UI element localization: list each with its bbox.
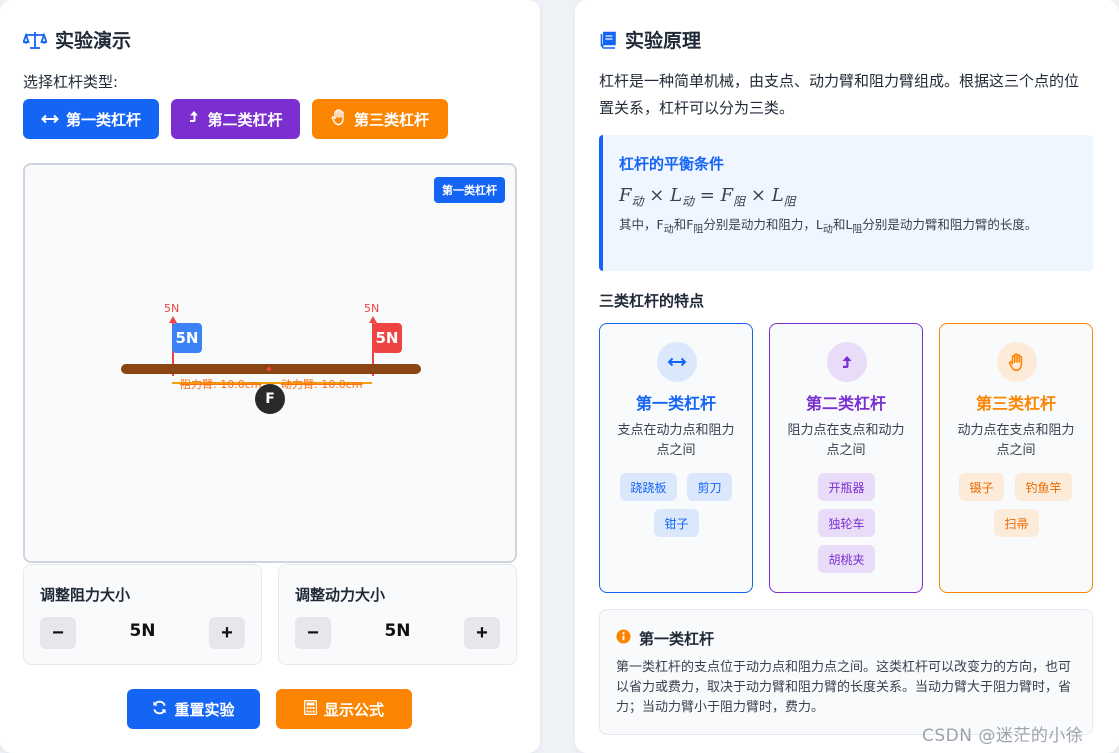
watermark: CSDN @迷茫的小徐: [922, 726, 1084, 746]
card1-example-2: 剪刀: [687, 473, 732, 501]
effort-increase-button[interactable]: +: [464, 617, 500, 649]
reset-button-label: 重置实验: [174, 700, 235, 719]
lever-stage: 第一类杠杆 5N 5N 5N 5N 阻力臂: 10.0cm 动力臂: 10.0c…: [23, 163, 517, 563]
lever-card-type2[interactable]: 第二类杠杆 阻力点在支点和动力点之间 开瓶器 独轮车 胡桃夹: [769, 323, 923, 593]
balance-condition-box: 杠杆的平衡条件 F动 × L动 = F阻 × L阻 其中，F动和F阻分别是动力和…: [599, 135, 1093, 271]
calculator-icon: [303, 699, 318, 719]
balance-formula: F动 × L动 = F阻 × L阻: [619, 185, 796, 210]
double-arrow-icon: [41, 110, 59, 128]
card3-example-3: 扫帚: [994, 509, 1039, 537]
lever-type-label: 选择杠杆类型:: [23, 73, 119, 91]
hand-icon: [331, 108, 347, 130]
info-title: 第一类杠杆: [639, 630, 715, 648]
formula-sub-effort: 动: [631, 194, 644, 209]
type1-button[interactable]: 第一类杠杆: [23, 99, 159, 139]
note-part-3: 分别是动力和阻力，L: [703, 217, 823, 232]
type3-button-label: 第三类杠杆: [353, 110, 429, 129]
show-formula-button[interactable]: 显示公式: [276, 689, 412, 729]
left-force-value: 5N: [164, 302, 180, 315]
formula-sub-resistance-arm: 阻: [783, 194, 796, 209]
effort-value: 5N: [384, 621, 411, 641]
level-up-icon: [827, 342, 867, 382]
card1-desc: 支点在动力点和阻力点之间: [617, 423, 735, 458]
adjust-effort-card: 调整动力大小 − 5N +: [278, 564, 517, 665]
type2-button[interactable]: 第二类杠杆: [171, 99, 300, 139]
card3-title: 第三类杠杆: [975, 394, 1056, 413]
note-sub-1: 动: [663, 224, 674, 236]
reset-button[interactable]: 重置实验: [127, 689, 260, 729]
type2-button-label: 第二类杠杆: [207, 110, 283, 129]
principle-heading: 实验原理: [599, 26, 701, 53]
fulcrum-point: [267, 367, 271, 371]
card2-example-2: 独轮车: [818, 509, 875, 537]
adjust-resistance-card: 调整阻力大小 − 5N +: [23, 564, 262, 665]
card1-title: 第一类杠杆: [635, 394, 716, 413]
principle-intro: 杠杆是一种简单机械，由支点、动力臂和阻力臂组成。根据这三个点的位置关系，杠杆可以…: [599, 72, 1080, 117]
formula-sub-effort-arm: 动: [682, 194, 695, 209]
effort-decrease-button[interactable]: −: [295, 617, 331, 649]
demo-heading: 实验演示: [23, 26, 131, 53]
balance-scale-icon: [23, 30, 47, 50]
fulcrum-marker: F: [255, 384, 285, 414]
card3-example-1: 镊子: [959, 473, 1004, 501]
formula-sub-resistance: 阻: [733, 194, 746, 209]
lever-beam: [121, 364, 421, 374]
card2-example-3: 胡桃夹: [818, 545, 875, 573]
card2-title: 第二类杠杆: [805, 394, 886, 413]
info-icon: [616, 629, 631, 648]
stage-type-badge: 第一类杠杆: [434, 177, 505, 203]
note-sub-4: 阻: [852, 224, 863, 236]
formula-l1: L: [670, 185, 683, 206]
resistance-value: 5N: [129, 621, 156, 641]
note-sub-2: 阻: [693, 224, 704, 236]
formula-times-2: ×: [750, 185, 766, 206]
balance-formula-note: 其中，F动和F阻分别是动力和阻力，L动和L阻分别是动力臂和阻力臂的长度。: [619, 215, 1089, 241]
lever-card-type1[interactable]: 第一类杠杆 支点在动力点和阻力点之间 跷跷板 剪刀 钳子: [599, 323, 753, 593]
type3-button[interactable]: 第三类杠杆: [312, 99, 448, 139]
formula-f2: F: [720, 185, 734, 206]
left-weight[interactable]: 5N: [172, 323, 202, 353]
demo-panel: 实验演示 选择杠杆类型: 第一类杠杆 第二类杠杆 第三类杠杆 第一类杠杆 5N …: [0, 0, 540, 753]
level-up-icon: [188, 110, 200, 128]
adjust-effort-title: 调整动力大小: [295, 586, 386, 604]
card3-example-2: 钓鱼竿: [1015, 473, 1072, 501]
formula-times-1: ×: [649, 185, 665, 206]
card1-example-1: 跷跷板: [620, 473, 677, 501]
note-sub-3: 动: [822, 224, 833, 236]
card3-desc: 动力点在支点和阻力点之间: [957, 423, 1075, 458]
note-part-4: 和L: [832, 217, 853, 232]
show-formula-button-label: 显示公式: [323, 700, 384, 719]
right-force-value: 5N: [364, 302, 380, 315]
double-arrow-icon: [657, 342, 697, 382]
hand-icon: [997, 342, 1037, 382]
lever-card-type3[interactable]: 第三类杠杆 动力点在支点和阻力点之间 镊子 钓鱼竿 扫帚: [939, 323, 1093, 593]
principle-panel: 实验原理 杠杆是一种简单机械，由支点、动力臂和阻力臂组成。根据这三个点的位置关系…: [575, 0, 1119, 753]
lever-info-box: 第一类杠杆 第一类杠杆的支点位于动力点和阻力点之间。这类杠杆可以改变力的方向，也…: [599, 609, 1093, 735]
info-heading: 第一类杠杆: [616, 628, 714, 649]
resistance-arm-label: 阻力臂: 10.0cm: [180, 378, 262, 391]
right-weight[interactable]: 5N: [372, 323, 402, 353]
book-icon: [599, 31, 617, 49]
demo-title: 实验演示: [55, 30, 132, 52]
card1-example-3: 钳子: [654, 509, 699, 537]
resistance-decrease-button[interactable]: −: [40, 617, 76, 649]
card2-desc: 阻力点在支点和动力点之间: [787, 423, 905, 458]
features-title: 三类杠杆的特点: [599, 292, 705, 310]
info-text: 第一类杠杆的支点位于动力点和阻力点之间。这类杠杆可以改变力的方向，也可以省力或费…: [616, 660, 1072, 715]
type1-button-label: 第一类杠杆: [65, 110, 141, 129]
principle-title: 实验原理: [625, 30, 702, 52]
formula-equals: =: [699, 185, 715, 206]
balance-condition-title: 杠杆的平衡条件: [619, 155, 725, 173]
card2-example-1: 开瓶器: [818, 473, 875, 501]
formula-l2: L: [771, 185, 784, 206]
note-part-2: 和F: [673, 217, 694, 232]
note-part-5: 分别是动力臂和阻力臂的长度。: [862, 217, 1038, 232]
adjust-resistance-title: 调整阻力大小: [40, 586, 131, 604]
refresh-icon: [152, 700, 167, 719]
effort-arm-label: 动力臂: 10.0cm: [281, 378, 363, 391]
formula-f1: F: [619, 185, 632, 206]
resistance-increase-button[interactable]: +: [209, 617, 245, 649]
note-part-1: 其中，F: [619, 217, 664, 232]
